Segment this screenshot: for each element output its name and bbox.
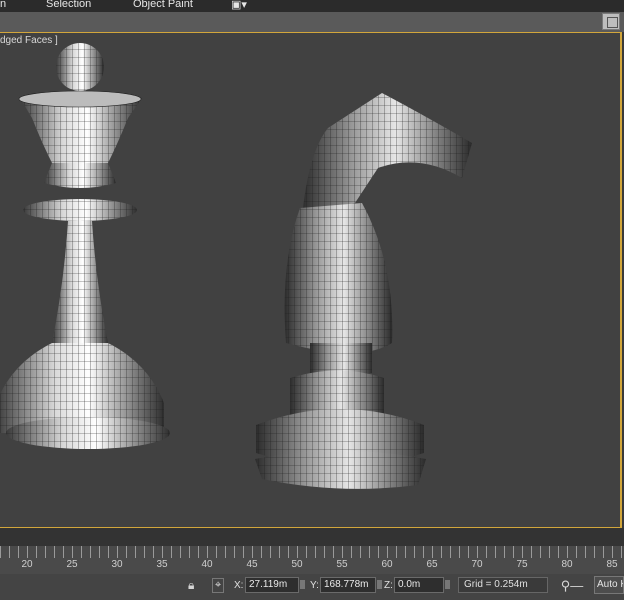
x-coordinate-field[interactable]: 27.119m bbox=[245, 577, 299, 593]
transform-type-in-icon[interactable]: ⌖ bbox=[212, 578, 225, 593]
viewport-bottom-band bbox=[0, 528, 624, 546]
tick-label: 75 bbox=[516, 559, 528, 570]
menu-item-object-paint[interactable]: Object Paint bbox=[133, 0, 193, 10]
status-bar: 🔒︎ ⌖ X: 27.119m Y: 168.778m Z: 0.0m Grid… bbox=[0, 574, 624, 600]
tick-label: 50 bbox=[291, 559, 303, 570]
z-label: Z: bbox=[384, 580, 393, 591]
key-icon[interactable]: ⚲— bbox=[556, 576, 588, 596]
menu-item-selection[interactable]: Selection bbox=[46, 0, 91, 10]
tick-label: 85 bbox=[606, 559, 618, 570]
tick-label: 45 bbox=[246, 559, 258, 570]
tick-label: 80 bbox=[561, 559, 573, 570]
tool-strip bbox=[0, 12, 624, 32]
tick-label: 55 bbox=[336, 559, 348, 570]
viewport-canvas bbox=[0, 43, 472, 489]
tick-label: 20 bbox=[21, 559, 33, 570]
knight-chess-piece[interactable] bbox=[255, 93, 472, 489]
viewport[interactable]: dged Faces ] bbox=[0, 32, 622, 528]
lock-icon[interactable]: 🔒︎ bbox=[188, 578, 194, 593]
grid-size-readout: Grid = 0.254m bbox=[458, 577, 548, 593]
timeline[interactable]: 20 25 30 35 40 45 50 55 60 65 70 75 80 8… bbox=[0, 546, 624, 574]
y-spinner[interactable] bbox=[377, 580, 382, 589]
camera-icon[interactable]: ▣▾ bbox=[231, 0, 247, 11]
x-label: X: bbox=[234, 580, 244, 591]
maximize-viewport-button[interactable] bbox=[602, 13, 620, 30]
z-spinner[interactable] bbox=[445, 580, 450, 589]
queen-chess-piece[interactable] bbox=[0, 43, 170, 449]
menu-item-partial[interactable]: n bbox=[0, 0, 6, 10]
tick-label: 40 bbox=[201, 559, 213, 570]
tick-label: 35 bbox=[156, 559, 168, 570]
tick-label: 70 bbox=[471, 559, 483, 570]
tick-label: 25 bbox=[66, 559, 78, 570]
auto-key-button[interactable]: Auto Ke bbox=[594, 576, 624, 594]
tick-label: 60 bbox=[381, 559, 393, 570]
z-coordinate-field[interactable]: 0.0m bbox=[394, 577, 444, 593]
y-coordinate-field[interactable]: 168.778m bbox=[320, 577, 376, 593]
tick-label: 30 bbox=[111, 559, 123, 570]
tick-label: 65 bbox=[426, 559, 438, 570]
x-spinner[interactable] bbox=[300, 580, 305, 589]
menu-bar: n Selection Object Paint ▣▾ bbox=[0, 0, 624, 12]
timeline-ticks bbox=[0, 546, 624, 558]
y-label: Y: bbox=[310, 580, 319, 591]
